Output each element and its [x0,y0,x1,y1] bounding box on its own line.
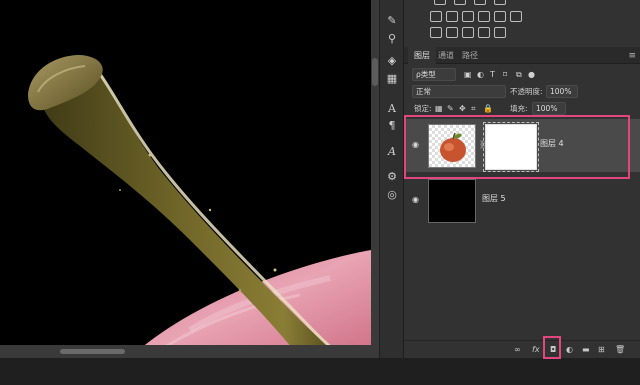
tab-paths[interactable]: 路径 [456,47,484,64]
opacity-input[interactable]: 100% [546,85,578,98]
posterize-icon[interactable] [446,27,458,38]
color-balance-icon[interactable] [462,11,474,22]
layer-name[interactable]: 图层 5 [482,194,506,204]
lock-pixels-icon[interactable]: ✎ [447,104,454,114]
adjust-icon-4[interactable] [494,0,506,5]
clone-source-icon[interactable]: ⚲ [384,30,400,46]
fill-label: 填充: [510,104,528,113]
fill-input[interactable]: 100% [532,102,566,115]
document-canvas[interactable] [0,0,371,358]
link-icon[interactable]: ∞ [514,344,521,355]
swatches-icon[interactable]: ▦ [384,70,400,86]
visibility-eye-icon[interactable]: ◉ [412,140,419,149]
properties-icon[interactable]: ⚙ [384,168,400,184]
adjust-icon-2[interactable] [454,0,466,5]
lock-position-icon[interactable]: ✥ [459,104,466,114]
filter-pixel-icon[interactable]: ▣ [464,70,472,80]
lock-label: 锁定: [414,104,432,113]
character-icon[interactable]: A [384,100,400,116]
adjust-icon-1[interactable] [434,0,446,5]
layers-panel: 图层 通道 路径 ≡ ρ类型 ▣ ◐ T ⌑ ⧉ ● 正常 不透明度: 100%… [404,0,640,358]
invert-icon[interactable] [430,27,442,38]
paragraph-icon[interactable]: ¶ [384,117,400,133]
black-white-icon[interactable] [478,11,490,22]
threshold-icon[interactable] [462,27,474,38]
selective-color-icon[interactable] [478,27,490,38]
hue-saturation-icon[interactable] [446,11,458,22]
adjustment-icon[interactable]: ◐ [566,344,573,355]
layer-name[interactable]: 图层 4 [540,139,564,149]
filter-toggle-icon[interactable]: ● [528,70,535,80]
panel-icon-column: ✎ ⚲ ◈ ▦ A ¶ A ⚙ ◎ [379,0,404,358]
panel-tabs: 图层 通道 路径 ≡ [404,47,640,64]
horizontal-scrollbar[interactable] [0,345,371,358]
layer-thumbnail[interactable] [428,124,476,168]
canvas-image-apple-stem [28,55,371,358]
photo-filter-icon[interactable] [494,11,506,22]
apple-thumbnail-image [440,132,466,162]
filter-shape-icon[interactable]: ⌑ [503,70,507,80]
color-lookup-icon[interactable] [510,11,522,22]
layer-filter-row: ρ类型 ▣ ◐ T ⌑ ⧉ ● [404,67,640,83]
vertical-scroll-thumb[interactable] [372,58,378,86]
gradient-map-icon[interactable] [494,27,506,38]
layers-bottom-toolbar: ∞ fx ◘ ◐ ▬ ⊞ 🗑 [404,340,640,358]
filter-adjustment-icon[interactable]: ◐ [477,70,484,80]
filter-smart-object-icon[interactable]: ⧉ [516,70,522,80]
libraries-icon[interactable]: ◎ [384,186,400,202]
visibility-eye-icon[interactable]: ◉ [412,195,419,204]
lock-all-icon[interactable]: 🔒 [483,104,493,114]
new-layer-icon[interactable]: ⊞ [598,344,605,355]
levels-icon[interactable] [430,11,442,22]
lock-artboard-icon[interactable]: ⌗ [471,104,476,114]
adjust-icon-3[interactable] [474,0,486,5]
folder-icon[interactable]: ▬ [582,344,590,355]
horizontal-scroll-thumb[interactable] [60,349,125,354]
filter-kind-select[interactable]: ρ类型 [412,68,456,81]
layer-row[interactable]: ◉ 图层 5 [404,174,640,227]
opacity-label: 不透明度: [510,87,543,96]
layer-thumbnail[interactable] [428,179,476,223]
brush-icon[interactable]: ✎ [384,12,400,28]
vertical-scrollbar[interactable] [371,0,379,358]
status-bar [0,358,640,385]
blend-mode-select[interactable]: 正常 [412,85,506,98]
layers-panel-icon[interactable]: ◈ [384,52,400,68]
lock-transparent-icon[interactable]: ▦ [435,104,443,114]
lock-fill-row: 锁定: ▦ ✎ ✥ ⌗ 🔒 填充: 100% [404,101,640,117]
layer-row-selected[interactable]: ◉ ⛓ 图层 4 [404,119,640,172]
layer-mask-thumbnail[interactable] [483,122,539,172]
adjustments-icon-grid [424,0,544,40]
glyphs-icon[interactable]: A [384,143,400,159]
add-mask-icon[interactable]: ◘ [550,344,556,355]
filter-type-icon[interactable]: T [490,70,495,80]
panel-menu-icon[interactable]: ≡ [628,51,636,61]
trash-icon[interactable]: 🗑 [615,344,625,355]
blend-opacity-row: 正常 不透明度: 100% [404,84,640,100]
fx-icon[interactable]: fx [532,344,540,355]
